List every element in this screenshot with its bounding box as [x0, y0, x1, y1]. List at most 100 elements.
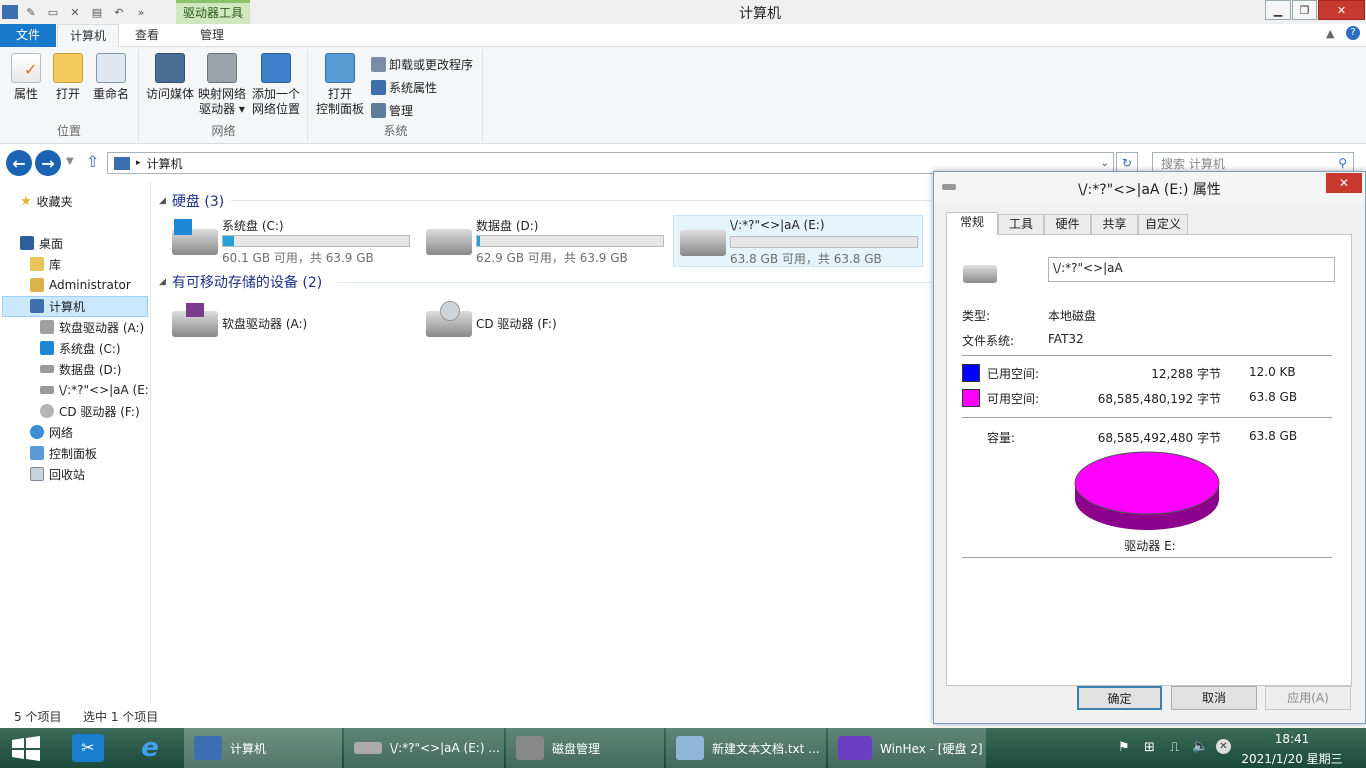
properties-icon[interactable]: ✎	[22, 3, 40, 21]
cd-drive-icon	[40, 404, 54, 418]
clock-time[interactable]: 18:41	[1240, 732, 1344, 746]
collapse-icon[interactable]: ◢	[159, 196, 166, 206]
internet-explorer-icon[interactable]: e	[134, 734, 166, 762]
tab-view[interactable]: 查看	[122, 24, 172, 47]
computer-icon[interactable]	[2, 5, 18, 19]
drive-a[interactable]: 软盘驱动器 (A:)	[166, 297, 416, 349]
nav-cd-drive[interactable]: CD 驱动器 (F:)	[40, 401, 140, 421]
properties-button[interactable]: ✓ 属性	[8, 53, 44, 102]
open-icon	[53, 53, 83, 83]
nav-libraries[interactable]: 库	[30, 254, 61, 274]
nav-system-drive[interactable]: 系统盘 (C:)	[40, 338, 121, 358]
nav-data-drive[interactable]: 数据盘 (D:)	[40, 359, 121, 379]
breadcrumb[interactable]: 计算机	[147, 155, 183, 172]
apply-button[interactable]: 应用(A)	[1265, 686, 1351, 710]
removable-group-label: 有可移动存储的设备 (2)	[171, 275, 323, 291]
volume-label-input[interactable]: \/:*?"<>|aA	[1048, 257, 1335, 282]
notification-icon[interactable]: ✕	[1216, 739, 1231, 754]
tab-customize[interactable]: 自定义	[1138, 214, 1188, 234]
taskbar-item-winhex[interactable]: WinHex - [硬盘 2]	[828, 728, 986, 768]
nav-network[interactable]: 网络	[30, 422, 73, 442]
tab-sharing[interactable]: 共享	[1091, 214, 1138, 234]
pie-free-slice	[1074, 451, 1220, 515]
tab-general[interactable]: 常规	[946, 212, 998, 235]
nav-e-drive[interactable]: \/:*?"<>|aA (E:)	[40, 380, 154, 400]
tab-computer[interactable]: 计算机	[57, 24, 119, 47]
collapse-ribbon-icon[interactable]: ▲	[1326, 27, 1334, 40]
drive-name: \/:*?"<>|aA (E:)	[730, 218, 825, 232]
drive-info: 60.1 GB 可用，共 63.9 GB	[222, 251, 374, 265]
cancel-button[interactable]: 取消	[1171, 686, 1257, 710]
network-status-icon[interactable]: ⊞	[1144, 740, 1155, 755]
winhex-icon	[838, 736, 872, 760]
access-media-button[interactable]: 访问媒体	[144, 53, 196, 102]
up-icon[interactable]: ⇧	[86, 152, 99, 171]
rename-button[interactable]: 重命名	[90, 53, 132, 102]
content-pane: ◢ 硬盘 (3) 系统盘 (C:) 60.1 GB 可用，共 63.9 GB 数据…	[151, 182, 933, 702]
nav-computer[interactable]: 计算机	[30, 296, 85, 316]
start-button[interactable]	[10, 736, 42, 761]
manage-button[interactable]: 管理	[371, 101, 413, 119]
dialog-close-button[interactable]: ✕	[1326, 173, 1362, 193]
control-panel-label-2: 控制面板	[315, 102, 364, 116]
clock-date[interactable]: 2021/1/20 星期三	[1240, 750, 1344, 767]
tab-tools[interactable]: 工具	[998, 214, 1044, 234]
nav-floppy[interactable]: 软盘驱动器 (A:)	[40, 317, 144, 337]
computer-icon	[114, 156, 130, 170]
recent-locations-icon[interactable]: ▼	[66, 156, 74, 167]
tab-manage[interactable]: 管理	[180, 24, 244, 47]
address-dropdown-icon[interactable]: ⌄	[1101, 158, 1109, 169]
group-label-location: 位置	[56, 124, 81, 138]
drive-e[interactable]: \/:*?"<>|aA (E:) 63.8 GB 可用，共 63.8 GB	[673, 215, 923, 267]
rename-icon[interactable]: ▤	[88, 3, 106, 21]
nav-desktop[interactable]: 桌面	[20, 233, 63, 253]
separator	[962, 557, 1332, 558]
type-value: 本地磁盘	[1048, 309, 1097, 323]
delete-icon[interactable]: ✕	[66, 3, 84, 21]
drive-d[interactable]: 数据盘 (D:) 62.9 GB 可用，共 63.9 GB	[420, 215, 670, 267]
drive-f[interactable]: CD 驱动器 (F:)	[420, 297, 670, 349]
breadcrumb-separator-icon: ▸	[136, 158, 141, 168]
taskbar-item-disk-management[interactable]: 磁盘管理	[506, 728, 664, 768]
system-properties-button[interactable]: 系统属性	[371, 78, 437, 96]
more-icon[interactable]: »	[132, 3, 150, 21]
nav-favorites[interactable]: ★ 收藏夹	[20, 191, 73, 211]
forward-button[interactable]: →	[35, 150, 61, 176]
windows-logo-icon	[12, 736, 40, 761]
hard-drive-icon	[680, 230, 726, 256]
snipping-tool-icon[interactable]: ✂	[72, 734, 104, 762]
network-icon[interactable]: ⎍	[1170, 740, 1179, 755]
volume-icon[interactable]: 🔈	[1192, 739, 1208, 754]
computer-icon	[30, 299, 44, 313]
add-network-location-button[interactable]: 添加一个 网络位置	[248, 53, 304, 117]
capacity-size: 63.8 GB	[1249, 429, 1298, 443]
nav-e-drive-label: \/:*?"<>|aA (E:)	[59, 383, 154, 397]
group-header-removable[interactable]: ◢ 有可移动存储的设备 (2)	[159, 272, 322, 292]
nav-administrator[interactable]: Administrator	[30, 275, 131, 295]
uninstall-button[interactable]: 卸载或更改程序	[371, 55, 473, 73]
tab-file[interactable]: 文件	[0, 24, 56, 47]
close-button[interactable]: ✕	[1318, 0, 1365, 20]
maximize-button[interactable]: ❐	[1292, 0, 1317, 20]
taskbar-item-notepad[interactable]: 新建文本文档.txt ...	[666, 728, 826, 768]
undo-icon[interactable]: ↶	[110, 3, 128, 21]
taskbar-item-properties[interactable]: \/:*?"<>|aA (E:) ...	[344, 728, 504, 768]
nav-recycle-bin[interactable]: 回收站	[30, 464, 85, 484]
back-button[interactable]: ←	[6, 150, 32, 176]
collapse-icon[interactable]: ◢	[159, 277, 166, 287]
group-header-hdd[interactable]: ◢ 硬盘 (3)	[159, 191, 224, 211]
search-icon[interactable]: ⚲	[1338, 156, 1347, 170]
map-drive-button[interactable]: 映射网络 驱动器 ▾	[196, 53, 248, 117]
quick-access-toolbar: ✎ ▭ ✕ ▤ ↶ »	[0, 0, 150, 24]
ok-button[interactable]: 确定	[1077, 686, 1162, 710]
taskbar-item-computer[interactable]: 计算机	[184, 728, 342, 768]
open-control-panel-button[interactable]: 打开 控制面板	[313, 53, 367, 117]
flag-icon[interactable]: ⚑	[1118, 740, 1130, 755]
new-folder-icon[interactable]: ▭	[44, 3, 62, 21]
help-icon[interactable]: ?	[1346, 26, 1360, 40]
minimize-button[interactable]: ▁	[1265, 0, 1291, 20]
tab-hardware[interactable]: 硬件	[1044, 214, 1091, 234]
drive-c[interactable]: 系统盘 (C:) 60.1 GB 可用，共 63.9 GB	[166, 215, 416, 267]
open-button[interactable]: 打开	[50, 53, 86, 102]
nav-control-panel[interactable]: 控制面板	[30, 443, 97, 463]
